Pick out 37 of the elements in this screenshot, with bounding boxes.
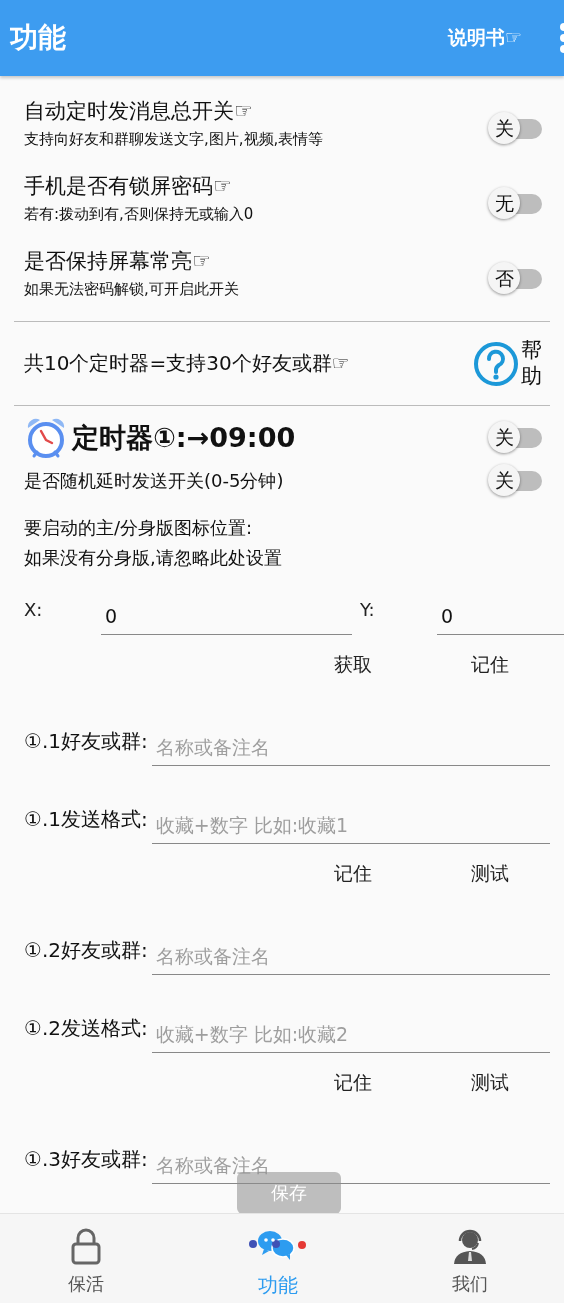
coordinate-field[interactable]: 0 (437, 585, 564, 635)
timer-title: 定时器①:→09:00 (72, 421, 297, 455)
setting-title: 自动定时发消息总开关☞ (24, 98, 254, 125)
help-label[interactable]: 帮助 (521, 338, 542, 389)
text-button[interactable]: 测试 (430, 1063, 550, 1103)
setting-description: 如果无法密码解锁,可开启此开关 (24, 279, 240, 300)
field-label: ①.1好友或群: (24, 728, 148, 755)
field-label: ①.2好友或群: (24, 937, 148, 964)
text-button[interactable]: 记住 (430, 645, 550, 685)
setting-description: 若有:拨动到有,否则保持无或输入0 (24, 204, 255, 225)
coordinate-label: Y: (360, 598, 376, 622)
timer-summary: 共10个定时器=支持30个好友或群☞ (24, 350, 351, 377)
input-field[interactable]: 收藏+数字 比如:收藏2 (151, 1003, 550, 1053)
text-button[interactable]: 记住 (293, 1063, 413, 1103)
input-field[interactable]: 名称或备注名 (151, 925, 550, 975)
coordinate-label: X: (24, 598, 44, 622)
random-delay-label: 是否随机延时发送开关(0-5分钟) (24, 469, 285, 493)
text-button[interactable]: 获取 (293, 645, 413, 685)
screen-title: 功能 (10, 20, 67, 56)
coordinate-field[interactable]: 0 (101, 585, 352, 635)
note-text: 要启动的主/分身版图标位置: (24, 516, 254, 540)
toast-message: 保存 (237, 1172, 341, 1213)
help-icon[interactable] (473, 340, 519, 387)
field-label: ①.3好友或群: (24, 1146, 148, 1173)
setting-title: 是否保持屏幕常亮☞ (24, 248, 212, 275)
field-label: ①.2发送格式: (24, 1015, 148, 1042)
text-button[interactable]: 测试 (430, 854, 550, 894)
text-button[interactable]: 记住 (293, 854, 413, 894)
nav-tab[interactable]: 我们 (412, 1214, 528, 1303)
input-field[interactable]: 收藏+数字 比如:收藏1 (151, 794, 550, 844)
setting-title: 手机是否有锁屏密码☞ (24, 173, 233, 200)
setting-description: 支持向好友和群聊发送文字,图片,视频,表情等 (24, 129, 325, 150)
nav-tab[interactable]: 保活 (28, 1214, 144, 1303)
note-text: 如果没有分身版,请忽略此处设置 (24, 546, 283, 570)
input-field[interactable]: 名称或备注名 (151, 1134, 550, 1184)
input-field[interactable]: 名称或备注名 (151, 716, 550, 766)
field-label: ①.1发送格式: (24, 806, 148, 833)
